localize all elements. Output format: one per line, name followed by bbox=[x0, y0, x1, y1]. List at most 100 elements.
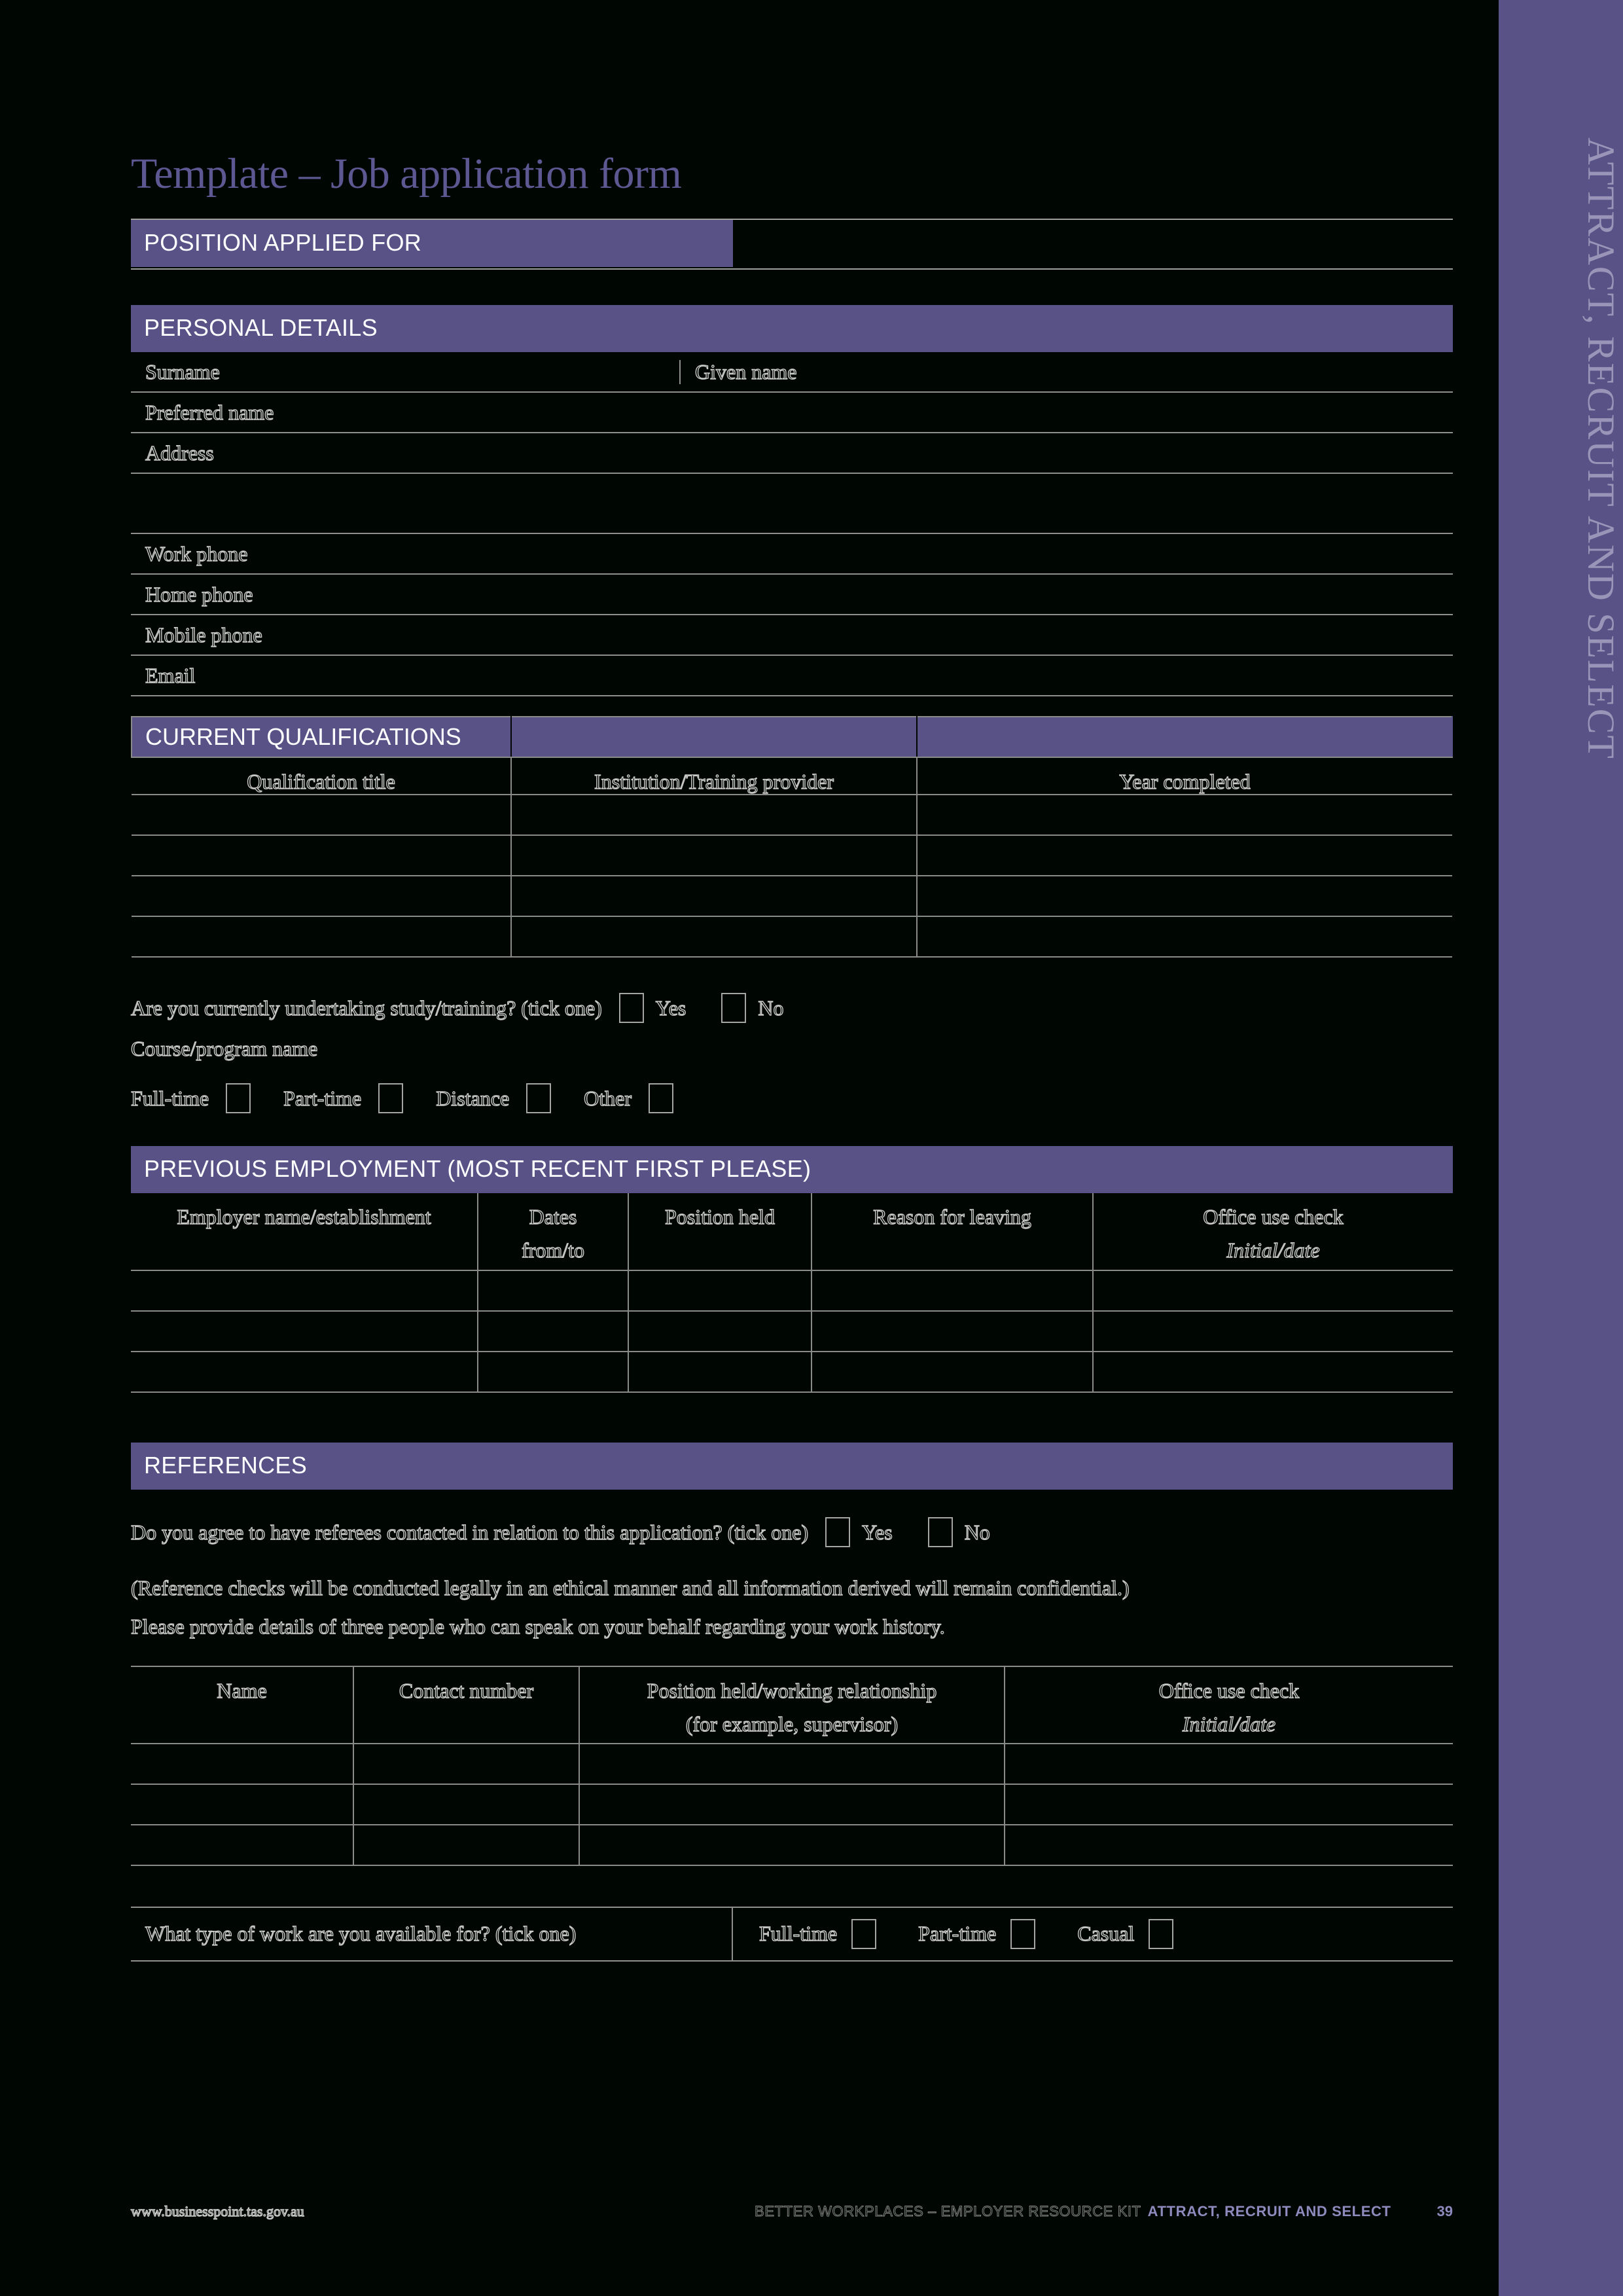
cell-year[interactable] bbox=[916, 834, 1452, 876]
qualifications-heading-filler-1 bbox=[510, 716, 918, 758]
cell-reference-office-use[interactable] bbox=[1004, 1742, 1453, 1785]
cell-reference-relationship[interactable] bbox=[579, 1823, 1005, 1866]
table-row[interactable] bbox=[132, 794, 1452, 836]
cell-reason[interactable] bbox=[811, 1270, 1094, 1312]
table-row[interactable] bbox=[132, 834, 1452, 876]
references-heading: REFERENCES bbox=[131, 1443, 1453, 1490]
qualifications-col-title: Qualification title bbox=[132, 757, 512, 795]
cell-qualification-title[interactable] bbox=[132, 794, 512, 836]
referee-consent-yes-checkbox[interactable] bbox=[825, 1517, 851, 1547]
study-mode-part-time-checkbox[interactable] bbox=[378, 1083, 404, 1113]
address-field[interactable]: Address bbox=[131, 433, 1453, 474]
availability-casual-checkbox[interactable] bbox=[1149, 1918, 1174, 1949]
surname-label: Surname bbox=[145, 359, 220, 384]
cell-qualification-title[interactable] bbox=[132, 834, 512, 876]
referee-consent-no-checkbox[interactable] bbox=[927, 1517, 953, 1547]
reference-col-office-use-sub: Initial/date bbox=[1182, 1712, 1276, 1736]
home-phone-field[interactable]: Home phone bbox=[131, 575, 1453, 615]
email-field[interactable]: Email bbox=[131, 656, 1453, 696]
study-yes-label: Yes bbox=[655, 996, 687, 1020]
address-continuation-field[interactable] bbox=[131, 474, 1453, 534]
preferred-name-label: Preferred name bbox=[145, 400, 274, 424]
cell-dates[interactable] bbox=[477, 1310, 629, 1352]
given-name-field[interactable]: Given name bbox=[681, 359, 1453, 384]
footer-url[interactable]: www.businesspoint.tas.gov.au bbox=[130, 2202, 304, 2220]
cell-reference-contact[interactable] bbox=[353, 1742, 580, 1785]
form-content: Template – Job application form POSITION… bbox=[130, 0, 1453, 1962]
table-row[interactable] bbox=[132, 916, 1452, 958]
position-applied-input[interactable] bbox=[733, 220, 1453, 268]
cell-position[interactable] bbox=[628, 1310, 812, 1352]
reference-col-relationship-sub: (for example, supervisor) bbox=[685, 1712, 899, 1736]
cell-employer[interactable] bbox=[131, 1310, 478, 1352]
table-row[interactable] bbox=[131, 1823, 1453, 1866]
cell-reference-name[interactable] bbox=[131, 1783, 354, 1825]
availability-part-time-label: Part-time bbox=[918, 1922, 997, 1946]
study-mode-full-time-checkbox[interactable] bbox=[226, 1083, 251, 1113]
study-yes-checkbox[interactable] bbox=[618, 993, 644, 1023]
cell-reference-contact[interactable] bbox=[353, 1823, 580, 1866]
cell-reference-name[interactable] bbox=[131, 1742, 354, 1785]
availability-part-time-checkbox[interactable] bbox=[1010, 1918, 1036, 1949]
qualifications-heading-filler-2 bbox=[916, 716, 1453, 758]
cell-office-use[interactable] bbox=[1092, 1351, 1453, 1393]
course-name-label: Course/program name bbox=[130, 1036, 318, 1060]
employment-col-dates-sub: from/to bbox=[521, 1238, 584, 1262]
cell-institution[interactable] bbox=[510, 916, 918, 958]
cell-reference-relationship[interactable] bbox=[579, 1783, 1005, 1825]
cell-year[interactable] bbox=[916, 794, 1452, 836]
employment-col-employer: Employer name/establishment bbox=[131, 1193, 478, 1271]
cell-year[interactable] bbox=[916, 916, 1452, 958]
employment-col-dates-main: Dates bbox=[529, 1204, 577, 1229]
cell-reference-office-use[interactable] bbox=[1004, 1783, 1453, 1825]
cell-institution[interactable] bbox=[510, 794, 918, 836]
table-row[interactable] bbox=[131, 1270, 1453, 1312]
reference-detail-instruction: Please provide details of three people w… bbox=[130, 1615, 945, 1639]
study-mode-distance-label: Distance bbox=[435, 1086, 510, 1110]
study-no-checkbox[interactable] bbox=[721, 993, 747, 1023]
course-name-row[interactable]: Course/program name bbox=[130, 1028, 1453, 1069]
study-mode-other-checkbox[interactable] bbox=[649, 1083, 673, 1113]
cell-reference-relationship[interactable] bbox=[579, 1742, 1005, 1785]
cell-qualification-title[interactable] bbox=[132, 875, 512, 917]
qualifications-heading-row: CURRENT QUALIFICATIONS bbox=[131, 716, 1453, 758]
surname-given-row: Surname Given name bbox=[131, 352, 1453, 393]
mobile-phone-field[interactable]: Mobile phone bbox=[131, 615, 1453, 656]
cell-employer[interactable] bbox=[131, 1351, 478, 1393]
cell-qualification-title[interactable] bbox=[132, 916, 512, 958]
footer-page-number: 39 bbox=[1436, 2203, 1453, 2219]
cell-employer[interactable] bbox=[131, 1270, 478, 1312]
preferred-name-field[interactable]: Preferred name bbox=[131, 393, 1453, 433]
cell-office-use[interactable] bbox=[1092, 1270, 1453, 1312]
cell-reason[interactable] bbox=[811, 1351, 1094, 1393]
qualifications-header-row: Qualification title Institution/Training… bbox=[132, 757, 1452, 795]
cell-reason[interactable] bbox=[811, 1310, 1094, 1352]
cell-dates[interactable] bbox=[477, 1270, 629, 1312]
cell-institution[interactable] bbox=[510, 875, 918, 917]
cell-year[interactable] bbox=[916, 875, 1452, 917]
personal-details-heading: PERSONAL DETAILS bbox=[131, 305, 1453, 352]
cell-reference-contact[interactable] bbox=[353, 1783, 580, 1825]
study-mode-distance-checkbox[interactable] bbox=[526, 1083, 552, 1113]
work-phone-field[interactable]: Work phone bbox=[131, 534, 1453, 575]
surname-field[interactable]: Surname bbox=[131, 359, 681, 384]
footer-kit-label: BETTER WORKPLACES – EMPLOYER RESOURCE KI… bbox=[755, 2203, 1141, 2220]
employment-col-reason: Reason for leaving bbox=[811, 1193, 1094, 1271]
availability-full-time-checkbox[interactable] bbox=[851, 1918, 877, 1949]
cell-institution[interactable] bbox=[510, 834, 918, 876]
table-row[interactable] bbox=[131, 1310, 1453, 1352]
cell-position[interactable] bbox=[628, 1351, 812, 1393]
cell-reference-office-use[interactable] bbox=[1004, 1823, 1453, 1866]
cell-position[interactable] bbox=[628, 1270, 812, 1312]
cell-reference-name[interactable] bbox=[131, 1823, 354, 1866]
table-row[interactable] bbox=[131, 1783, 1453, 1825]
cell-dates[interactable] bbox=[477, 1351, 629, 1393]
cell-office-use[interactable] bbox=[1092, 1310, 1453, 1352]
references-header-row: Name Contact number Position held/workin… bbox=[131, 1665, 1453, 1744]
table-row[interactable] bbox=[132, 875, 1452, 917]
table-row[interactable] bbox=[131, 1742, 1453, 1785]
table-row[interactable] bbox=[131, 1351, 1453, 1393]
